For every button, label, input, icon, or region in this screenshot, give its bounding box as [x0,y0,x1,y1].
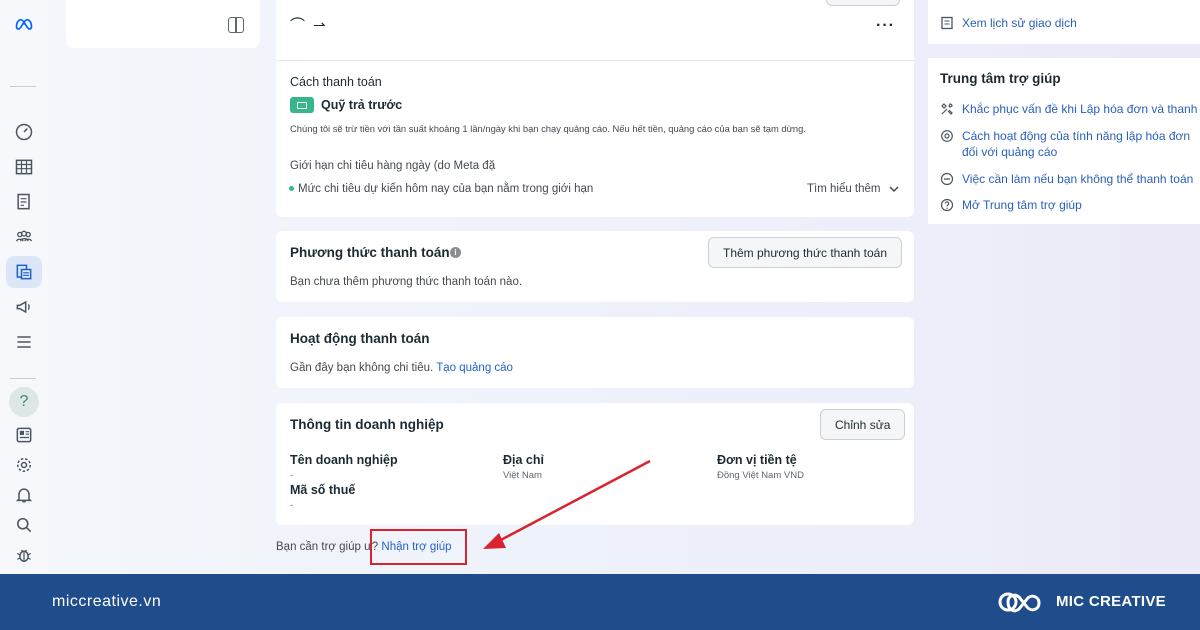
help-center-card: Trung tâm trợ giúp Khắc phục vấn đề khi … [928,58,1200,224]
tools-icon [941,103,953,115]
help-link-label: Mở Trung tâm trợ giúp [962,198,1082,212]
help-link-cant-pay[interactable]: Việc cần làm nếu bạn không thể thanh toá… [940,171,1193,187]
billing-icon[interactable] [12,260,36,284]
nav-divider [10,378,36,379]
help-link-label: Khắc phục vấn đề khi Lập hóa đơn và than… [962,102,1200,116]
field-label: Mã số thuế [290,483,356,497]
settings-icon [941,130,953,142]
learn-more-toggle[interactable]: Tìm hiểu thêm [807,183,899,195]
prepaid-method-name: Quỹ trả trước [321,98,403,112]
create-ad-link[interactable]: Tạo quảng cáo [436,362,513,374]
bell-icon[interactable] [12,483,36,507]
help-link-how-billing-works[interactable]: Cách hoạt động của tính năng lập hóa đơn… [940,128,1200,160]
payment-activity-title: Hoạt động thanh toán [290,331,430,346]
meta-logo-icon[interactable] [12,12,36,36]
prepaid-description: Chúng tôi sẽ trừ tiền với tần suất khoản… [290,123,806,134]
nav-divider [10,86,36,87]
banner-brand-text: MIC CREATIVE [1056,593,1166,610]
payment-methods-title: Phương thức thanh toán [290,245,450,260]
edit-button[interactable]: Chỉnh sửa [820,409,906,440]
field-value: Đồng Việt Nam VND [717,470,804,481]
payment-methods-card: Phương thức thanh toán i Thêm phương thứ… [276,231,914,302]
news-icon[interactable] [12,423,36,447]
help-question-icon[interactable]: ? [9,387,39,417]
help-link-troubleshoot[interactable]: Khắc phục vấn đề khi Lập hóa đơn và than… [940,101,1200,117]
documents-icon[interactable] [12,190,36,214]
payment-method-heading: Cách thanh toán [290,75,382,89]
mic-creative-logo-icon [998,592,1041,613]
brand-banner: miccreative.vn MIC CREATIVE [0,574,1200,630]
spending-status-text: Mức chi tiêu dự kiến hôm nay của bạn nằm… [298,183,594,195]
receipt-icon [941,16,953,30]
help-prompt-text: Bạn cần trợ giúp ư? [276,541,379,553]
transaction-history-card: Xem lịch sử giao dịch [928,0,1200,44]
field-label: Địa chỉ [503,453,544,467]
megaphone-icon[interactable] [12,295,36,319]
top-cut-button[interactable] [826,0,900,6]
payment-activity-card: Hoạt động thanh toán Gần đây bạn không c… [276,317,914,388]
field-value: - [290,470,294,481]
left-nav-bar: ? [0,0,48,574]
no-payment-method-text: Bạn chưa thêm phương thức thanh toán nào… [290,276,523,288]
header-glyphs: ⌒ ⇀ [290,17,328,34]
search-icon[interactable] [12,513,36,537]
panel-toggle-icon[interactable] [228,17,244,33]
audience-people-icon[interactable] [12,225,36,249]
help-link-label: Cách hoạt động của tính năng lập hóa đơn… [962,129,1191,159]
add-payment-method-button[interactable]: Thêm phương thức thanh toán [708,237,903,268]
learn-more-label: Tìm hiểu thêm [807,183,881,195]
daily-limit-label: Giới hạn chi tiêu hàng ngày (do Meta đặ [290,160,496,172]
collapsed-side-panel [66,0,260,48]
payment-method-card: ⌒ ⇀ ··· Cách thanh toán Quỹ trả trước Ch… [276,0,914,217]
info-icon[interactable]: i [450,247,461,258]
field-value: Việt Nam [503,470,542,481]
business-info-title: Thông tin doanh nghiệp [290,417,444,432]
more-options-icon[interactable]: ··· [876,17,895,35]
highlight-box [370,529,467,565]
divider [276,60,914,61]
status-dot-icon [289,186,294,191]
bug-icon[interactable] [12,543,36,567]
minus-circle-icon [940,172,954,186]
banner-site-text: miccreative.vn [52,593,162,610]
activity-text: Gần đây bạn không chi tiêu. Tạo quảng cá… [290,362,513,374]
field-label: Đơn vị tiền tệ [717,453,797,467]
help-link-open-help-center[interactable]: Mở Trung tâm trợ giúp [940,197,1082,213]
transaction-history-label: Xem lịch sử giao dịch [962,16,1077,30]
chevron-down-icon [888,186,899,193]
gear-icon[interactable] [12,453,36,477]
field-label: Tên doanh nghiệp [290,453,398,467]
field-value: - [290,500,294,511]
help-center-title: Trung tâm trợ giúp [940,71,1061,86]
help-link-label: Việc cần làm nếu bạn không thể thanh toá… [962,172,1194,186]
prepaid-wallet-icon [290,97,314,113]
dashboard-gauge-icon[interactable] [12,120,36,144]
menu-lines-icon[interactable] [12,330,36,354]
transaction-history-link[interactable]: Xem lịch sử giao dịch [940,15,1077,31]
no-spending-text: Gần đây bạn không chi tiêu. [290,362,434,374]
table-grid-icon[interactable] [12,155,36,179]
business-info-card: Thông tin doanh nghiệp Chỉnh sửa Tên doa… [276,403,914,525]
question-circle-icon [940,198,954,212]
